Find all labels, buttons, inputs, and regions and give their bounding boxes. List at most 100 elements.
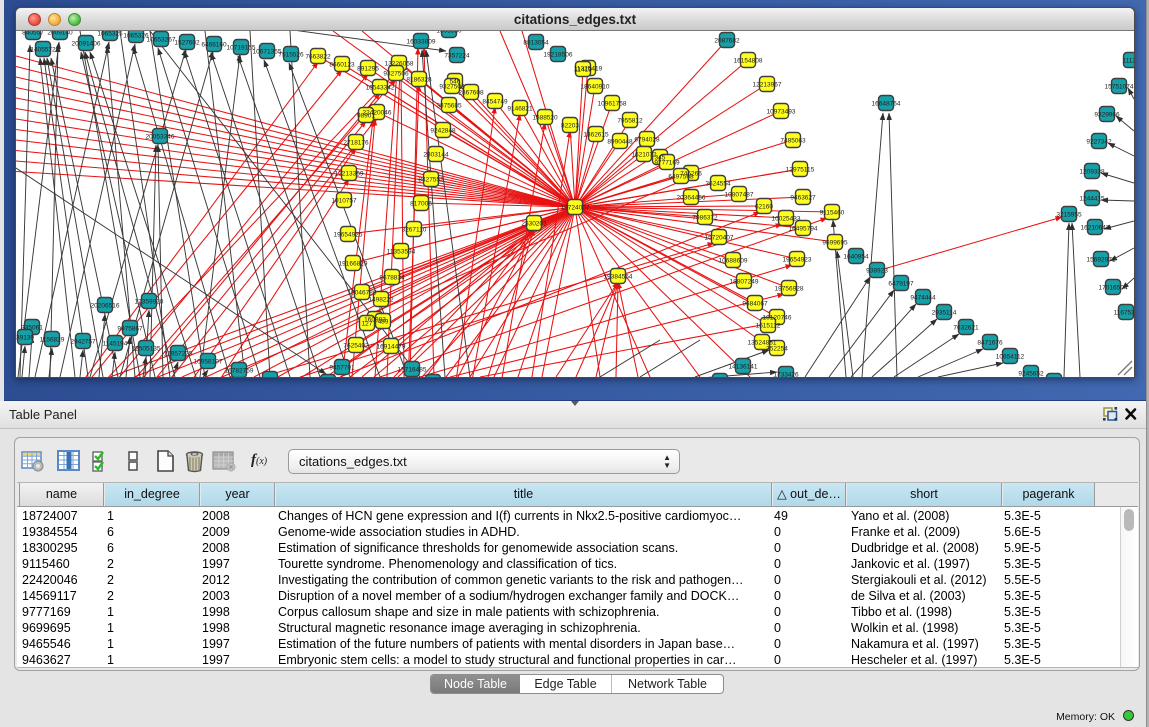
svg-text:1156829: 1156829: [40, 337, 65, 344]
svg-text:1640954: 1640954: [843, 254, 869, 261]
svg-text:10025433: 10025433: [772, 216, 801, 223]
svg-text:9115460: 9115460: [820, 210, 845, 217]
svg-text:9699695: 9699695: [822, 240, 848, 247]
svg-text:9227342: 9227342: [1086, 139, 1112, 146]
svg-text:19218506: 19218506: [544, 52, 573, 59]
svg-text:127: 127: [362, 321, 373, 328]
svg-text:6479197: 6479197: [888, 281, 914, 288]
svg-text:1498222: 1498222: [368, 297, 394, 304]
svg-text:20364456: 20364456: [677, 195, 706, 202]
svg-text:8471676: 8471676: [977, 340, 1003, 347]
svg-text:10958107: 10958107: [194, 359, 223, 366]
svg-text:9146821: 9146821: [507, 106, 533, 113]
svg-text:1527602: 1527602: [174, 40, 200, 47]
svg-text:13226058: 13226058: [385, 61, 414, 68]
svg-text:16543342: 16543342: [366, 85, 395, 92]
svg-text:8454749: 8454749: [482, 99, 508, 106]
svg-text:8186328: 8186328: [406, 77, 432, 84]
svg-text:7625402: 7625402: [343, 343, 369, 350]
svg-text:19654923: 19654923: [783, 257, 812, 264]
svg-text:9242848: 9242848: [430, 128, 456, 135]
svg-text:82203: 82203: [561, 123, 579, 130]
svg-text:489: 489: [378, 319, 389, 326]
svg-text:1621072: 1621072: [631, 152, 657, 159]
svg-text:12213967: 12213967: [753, 82, 782, 89]
svg-text:16495794: 16495794: [789, 226, 818, 233]
svg-text:9457791: 9457791: [329, 365, 355, 372]
svg-text:3875685: 3875685: [436, 103, 462, 110]
svg-text:2718176: 2718176: [343, 140, 369, 147]
svg-text:15720407: 15720407: [705, 235, 734, 242]
svg-text:1167533: 1167533: [1114, 310, 1134, 317]
svg-text:1733426: 1733426: [773, 372, 799, 378]
svg-text:891295: 891295: [357, 66, 379, 73]
svg-text:1145194: 1145194: [103, 341, 128, 348]
svg-text:2009140: 2009140: [47, 31, 73, 37]
svg-text:10120746: 10120746: [763, 315, 792, 322]
svg-text:3215955: 3215955: [1056, 212, 1082, 219]
svg-text:10653267: 10653267: [147, 37, 176, 44]
svg-text:2803144: 2803144: [423, 152, 449, 159]
svg-text:10688609: 10688609: [719, 258, 748, 265]
svg-text:335061: 335061: [21, 325, 43, 332]
svg-text:1405572: 1405572: [30, 47, 56, 54]
svg-text:2530203: 2530203: [521, 221, 547, 228]
svg-text:11353594: 11353594: [387, 249, 416, 256]
svg-text:18724007: 18724007: [561, 205, 590, 212]
svg-text:19384554: 19384554: [604, 274, 633, 281]
svg-text:11123: 11123: [1122, 58, 1134, 65]
svg-text:17957225: 17957225: [164, 351, 193, 358]
svg-text:10807487: 10807487: [725, 192, 754, 199]
svg-text:19756928: 19756928: [775, 286, 804, 293]
svg-text:10654112: 10654112: [996, 354, 1025, 361]
svg-text:16210643: 16210643: [1081, 225, 1110, 232]
svg-text:1065325: 1065325: [97, 31, 123, 38]
svg-text:39139: 39139: [16, 335, 34, 342]
svg-text:9463627: 9463627: [790, 195, 816, 202]
svg-text:8990448: 8990448: [607, 139, 633, 146]
svg-text:1615112: 1615112: [756, 323, 781, 330]
svg-text:15751074: 15751074: [1105, 84, 1134, 91]
svg-text:1244415: 1244415: [1079, 196, 1105, 203]
svg-text:2935114: 2935114: [932, 310, 957, 317]
svg-text:16782759: 16782759: [225, 368, 254, 375]
svg-text:9975867: 9975867: [117, 326, 143, 333]
svg-text:2087682: 2087682: [714, 38, 740, 45]
svg-text:1010757: 1010757: [331, 198, 357, 205]
svg-text:2867608: 2867608: [458, 90, 484, 97]
svg-text:6497568: 6497568: [668, 174, 694, 181]
svg-text:6794028: 6794028: [634, 137, 660, 144]
svg-text:20053346: 20053346: [146, 134, 175, 141]
svg-text:9474444: 9474444: [910, 295, 936, 302]
svg-text:6466160: 6466160: [201, 42, 227, 49]
svg-text:8427552: 8427552: [418, 177, 444, 184]
svg-text:15692971: 15692971: [1087, 257, 1116, 264]
svg-text:16154808: 16154808: [734, 58, 763, 65]
svg-text:98901: 98901: [357, 113, 375, 120]
svg-text:9245652: 9245652: [1018, 371, 1044, 378]
svg-text:14136141: 14136141: [729, 364, 758, 371]
svg-text:938923: 938923: [866, 268, 888, 275]
svg-text:9329966: 9329966: [1094, 112, 1120, 119]
svg-text:18807249: 18807249: [730, 279, 759, 286]
svg-text:19654925: 19654925: [334, 232, 363, 239]
svg-text:12505135: 12505135: [132, 346, 161, 353]
svg-text:10719155: 10719155: [227, 45, 256, 52]
svg-text:7485063: 7485063: [780, 138, 806, 145]
svg-text:3624554: 3624554: [705, 181, 731, 188]
svg-text:7515526: 7515526: [278, 52, 304, 59]
svg-text:20091406: 20091406: [72, 41, 101, 48]
svg-text:7632621: 7632621: [953, 325, 979, 332]
svg-text:7955812: 7955812: [617, 118, 643, 125]
svg-text:7663822: 7663822: [305, 54, 331, 61]
svg-text:1603380: 1603380: [436, 31, 462, 35]
svg-text:8813054: 8813054: [523, 40, 549, 47]
svg-text:2942757: 2942757: [70, 339, 96, 346]
svg-text:11419: 11419: [574, 67, 592, 74]
svg-text:1065326: 1065326: [123, 33, 149, 40]
svg-text:10046786: 10046786: [348, 290, 377, 297]
svg-text:7357224: 7357224: [444, 53, 470, 60]
svg-text:10961758: 10961758: [598, 101, 627, 108]
svg-text:17016504: 17016504: [1099, 285, 1128, 292]
svg-text:16033809: 16033809: [407, 39, 436, 46]
